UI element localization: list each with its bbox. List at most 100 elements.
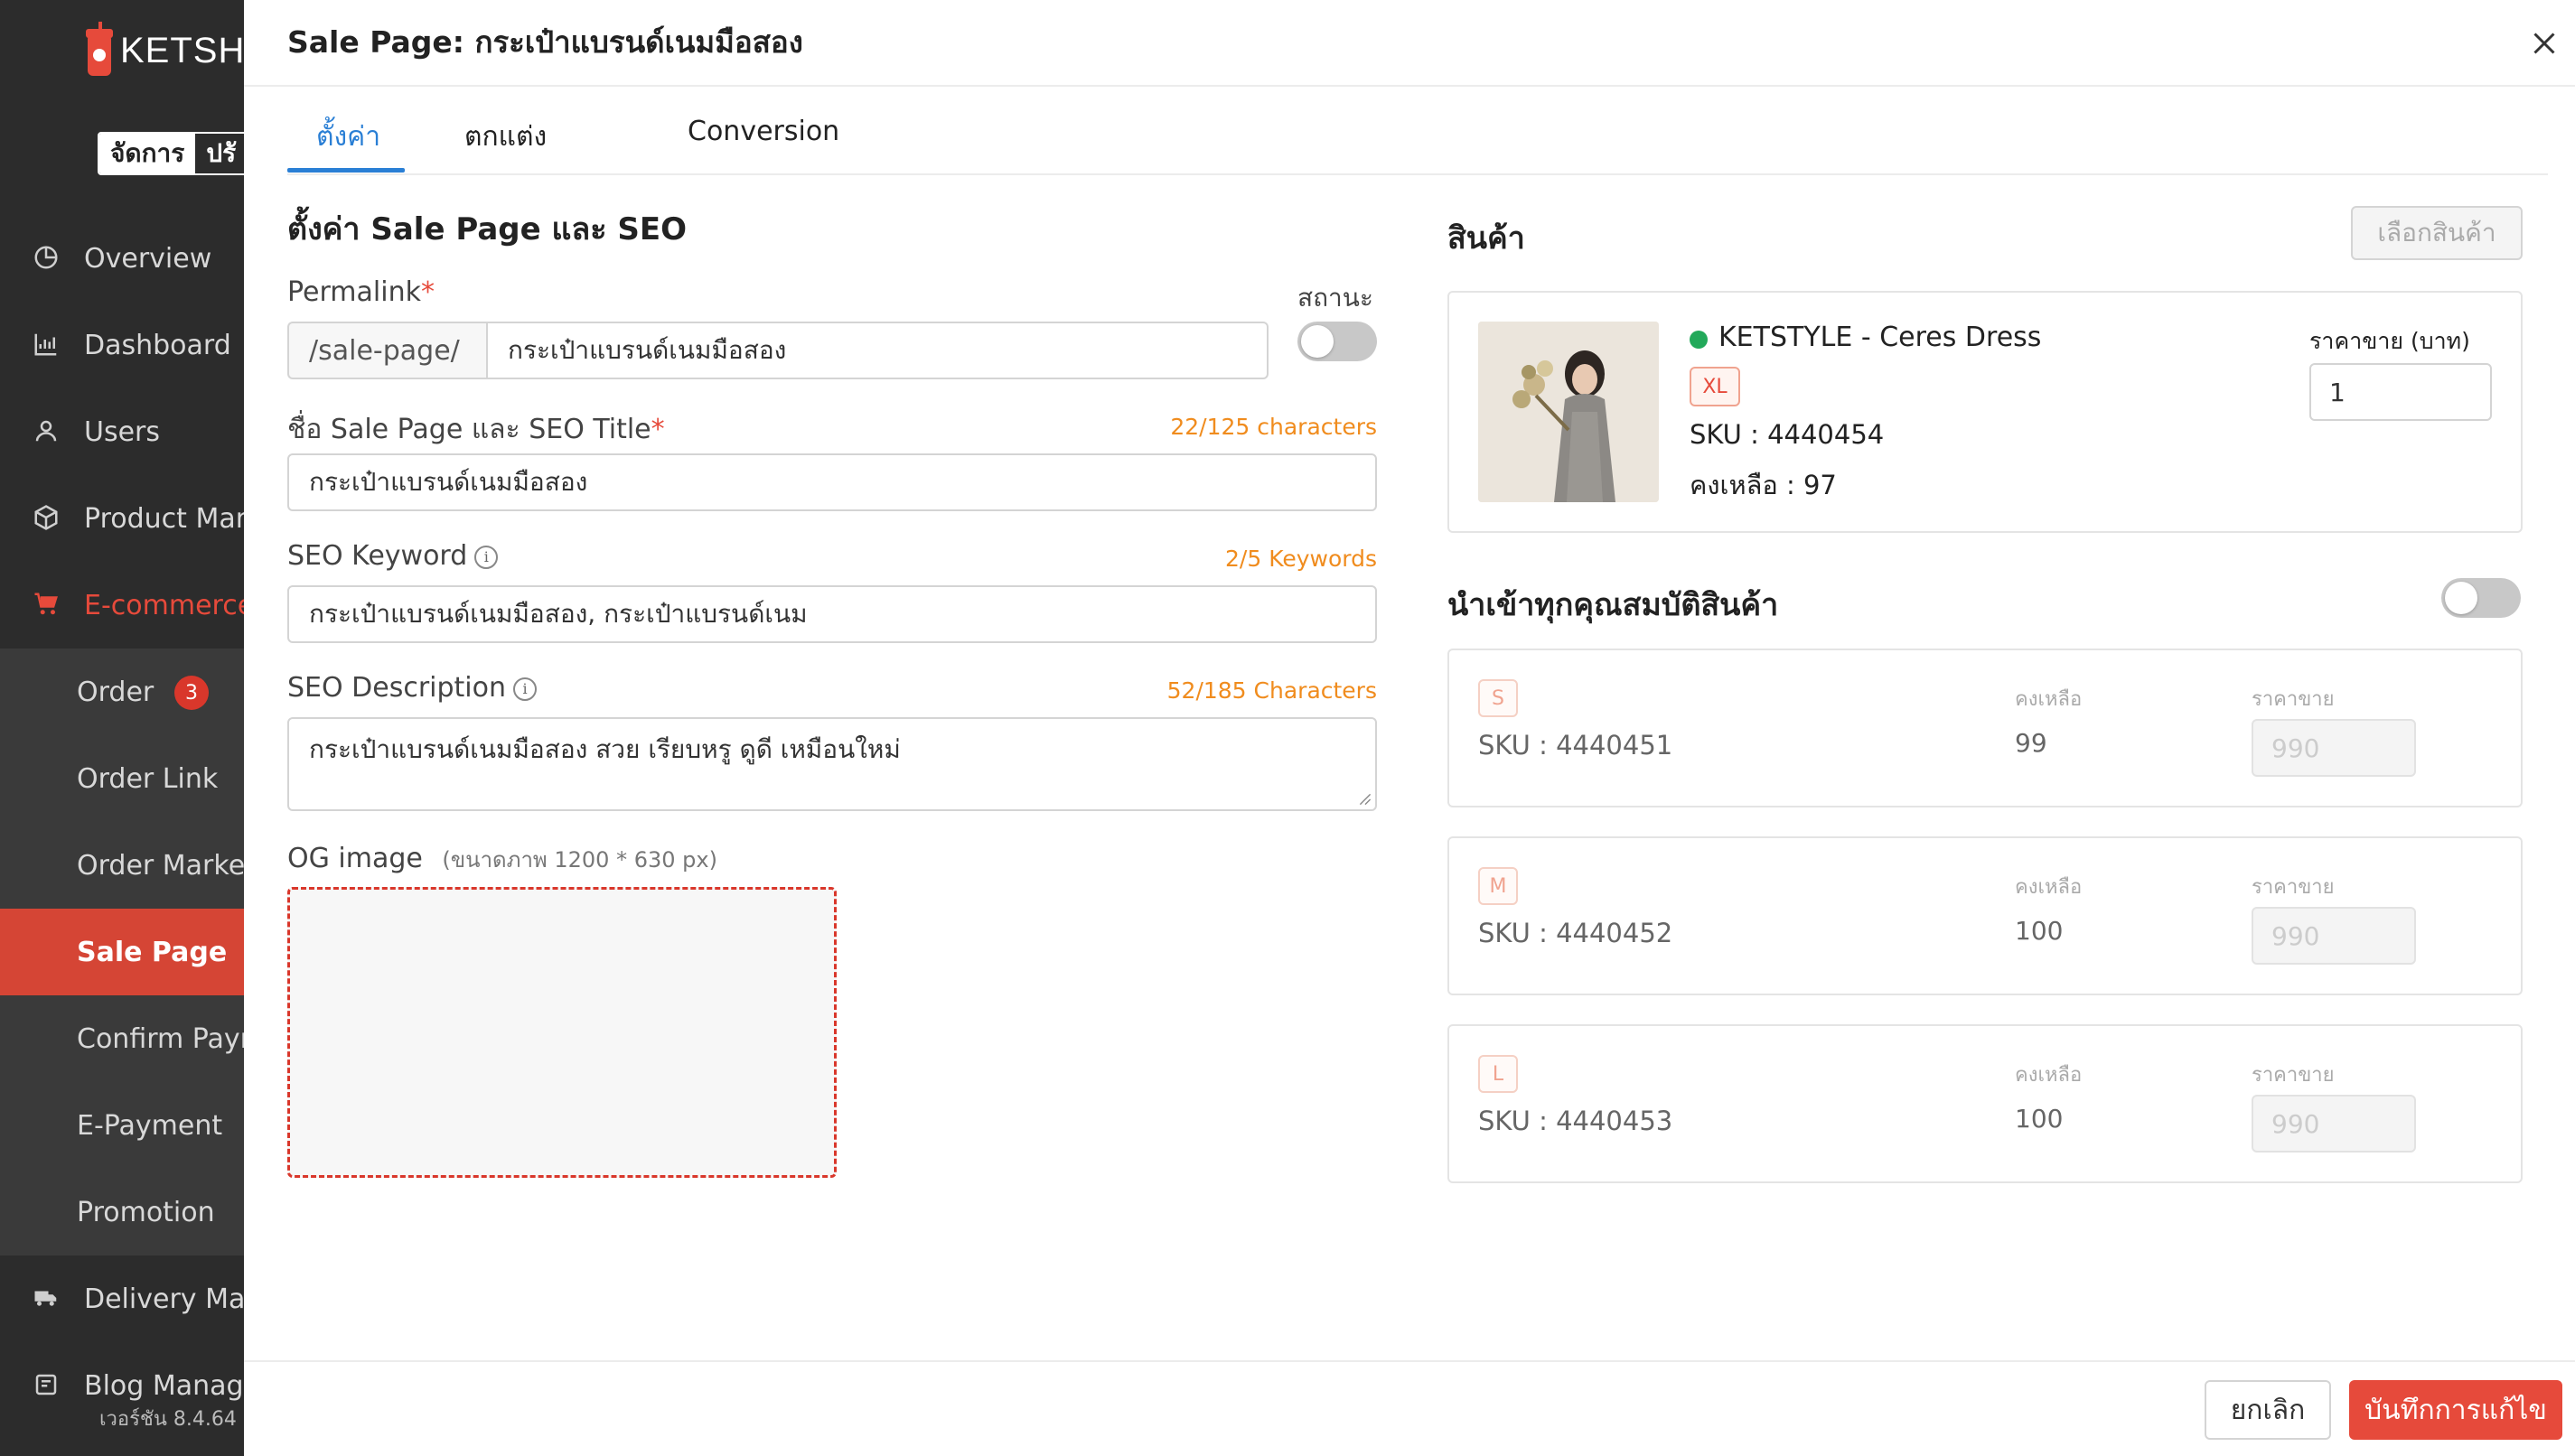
bar-chart-icon [34, 333, 57, 356]
logo-text: KETSHO [120, 30, 244, 70]
sidebar-nav: Overview Dashboard Users Product Man E-c… [0, 215, 244, 1429]
box-icon [34, 505, 58, 530]
ecommerce-submenu: Order 3 Order Link Order Market Sale Pag… [0, 649, 244, 1255]
mode-switch[interactable]: จัดการ ปรั [98, 132, 244, 175]
sidebar-item-label: Product Man [84, 502, 244, 535]
tab-conversion[interactable]: Conversion [688, 116, 839, 147]
tab-settings[interactable]: ตั้งค่า [316, 116, 380, 158]
import-all-title: นำเข้าทุกคุณสมบัติสินค้า [1447, 587, 1779, 623]
sidebar-item-ecommerce[interactable]: E-commerce [0, 562, 244, 649]
status-toggle[interactable] [1297, 322, 1377, 361]
sidebar-item-label: Order [77, 676, 154, 708]
product-section-title: สินค้า [1447, 220, 1525, 257]
cup-logo-icon [86, 22, 113, 78]
variant-row: L SKU : 4440453 คงเหลือ 100 ราคาขาย 990 [1447, 1024, 2523, 1183]
sidebar-item-sale-page[interactable]: Sale Page [0, 909, 244, 995]
mode-manage[interactable]: จัดการ [99, 134, 196, 173]
sidebar-item-users[interactable]: Users [0, 388, 244, 475]
status-label: สถานะ [1297, 283, 1373, 313]
drawer-footer: ยกเลิก บันทึกการแก้ไข [244, 1360, 2575, 1456]
info-icon[interactable]: i [513, 677, 538, 701]
close-icon[interactable] [2528, 27, 2561, 60]
sidebar-item-label: Users [84, 415, 161, 448]
seo-keyword-counter: 2/5 Keywords [1225, 546, 1377, 572]
sidebar-item-promotion[interactable]: Promotion [0, 1169, 244, 1255]
required-mark: * [420, 276, 435, 308]
variant-stock: 100 [2015, 1104, 2064, 1134]
sidebar: KETSHO จัดการ ปรั Overview Dashboard Use… [0, 0, 244, 1456]
import-all-toggle[interactable] [2441, 578, 2521, 618]
sidebar-item-label: E-commerce [84, 589, 244, 621]
sidebar-item-label: Order Link [77, 762, 219, 795]
save-button[interactable]: บันทึกการแก้ไข [2349, 1380, 2562, 1440]
sidebar-item-confirm-payment[interactable]: Confirm Paym [0, 995, 244, 1082]
status-dot-icon [1690, 331, 1708, 349]
sidebar-item-label: E-Payment [77, 1109, 223, 1142]
seo-description-text: กระเป๋าแบรนด์เนมมือสอง สวย เรียบหรู ดูดี… [309, 734, 901, 764]
product-name: KETSTYLE - Ceres Dress [1718, 322, 2042, 353]
info-icon[interactable]: i [474, 545, 499, 569]
price-label: ราคาขาย [2252, 1064, 2335, 1087]
stock-label: คงเหลือ [2015, 688, 2083, 711]
tab-bar: ตั้งค่า ตกแต่ง Conversion [287, 107, 2548, 175]
cancel-button[interactable]: ยกเลิก [2205, 1380, 2331, 1440]
seo-description-textarea[interactable]: กระเป๋าแบรนด์เนมมือสอง สวย เรียบหรู ดูดี… [287, 717, 1377, 811]
resize-grip-icon[interactable] [1359, 793, 1372, 806]
size-tag: XL [1690, 367, 1740, 406]
app-version: เวอร์ชัน 8.4.64 [99, 1408, 237, 1431]
toggle-knob [1301, 325, 1334, 358]
mode-other[interactable]: ปรั [195, 134, 244, 173]
sidebar-item-label: Dashboard [84, 329, 231, 361]
product-photo [1478, 322, 1659, 502]
permalink-input[interactable]: กระเป๋าแบรนด์เนมมือสอง [486, 322, 1269, 379]
sale-page-drawer: Sale Page: กระเป๋าแบรนด์เนมมือสอง ตั้งค่… [244, 0, 2575, 1456]
seo-description-label: SEO Description i [287, 672, 538, 704]
sidebar-item-overview[interactable]: Overview [0, 215, 244, 302]
sidebar-item-label: Blog Manage [84, 1369, 244, 1402]
variant-sku: SKU : 4440453 [1478, 1106, 1673, 1136]
stock-label: คงเหลือ [2015, 1064, 2083, 1087]
size-tag: M [1478, 867, 1518, 905]
sidebar-item-order-marketplace[interactable]: Order Market [0, 822, 244, 909]
variant-price-input[interactable]: 990 [2252, 1095, 2416, 1153]
size-tag: L [1478, 1055, 1518, 1093]
price-input[interactable]: 1 [2309, 363, 2492, 421]
seo-title-counter: 22/125 characters [1170, 414, 1377, 440]
truck-icon [34, 1291, 57, 1306]
seo-title-label: ชื่อ Sale Page และ SEO Title* [287, 414, 665, 445]
product-card: KETSTYLE - Ceres Dress XL SKU : 4440454 … [1447, 291, 2523, 533]
sidebar-item-e-payment[interactable]: E-Payment [0, 1082, 244, 1169]
sidebar-item-dashboard[interactable]: Dashboard [0, 302, 244, 388]
select-product-button[interactable]: เลือกสินค้า [2351, 206, 2523, 260]
drawer-header: Sale Page: กระเป๋าแบรนด์เนมมือสอง [244, 0, 2575, 87]
variant-price-input[interactable]: 990 [2252, 907, 2416, 965]
sidebar-item-label: Order Market [77, 849, 244, 882]
sidebar-item-order-link[interactable]: Order Link [0, 735, 244, 822]
tab-decorate[interactable]: ตกแต่ง [464, 116, 547, 158]
product-sku: SKU : 4440454 [1690, 419, 1885, 450]
seo-keyword-input[interactable]: กระเป๋าแบรนด์เนมมือสอง, กระเป๋าแบรนด์เนม [287, 585, 1377, 643]
variant-sku: SKU : 4440451 [1478, 730, 1673, 761]
seo-title-input[interactable]: กระเป๋าแบรนด์เนมมือสอง [287, 453, 1377, 511]
variant-sku: SKU : 4440452 [1478, 918, 1673, 948]
seo-section-title: ตั้งค่า Sale Page และ SEO [287, 211, 687, 247]
variant-price-input[interactable]: 990 [2252, 719, 2416, 777]
toggle-knob [2445, 582, 2477, 614]
user-icon [35, 420, 57, 442]
product-stock: คงเหลือ : 97 [1690, 470, 1837, 500]
product-image [1478, 322, 1659, 502]
sidebar-item-product-management[interactable]: Product Man [0, 475, 244, 562]
sidebar-item-label: Overview [84, 242, 212, 275]
sidebar-item-order[interactable]: Order 3 [0, 649, 244, 735]
sidebar-item-label: Promotion [77, 1196, 215, 1228]
permalink-label: Permalink* [287, 276, 435, 308]
og-image-hint: (ขนาดภาพ 1200 * 630 px) [442, 847, 717, 873]
sidebar-item-label: Sale Page [77, 936, 228, 968]
sidebar-item-delivery[interactable]: Delivery Man [0, 1255, 244, 1342]
app-logo[interactable]: KETSHO [86, 22, 244, 78]
og-image-upload[interactable] [287, 887, 837, 1178]
sidebar-item-label: Delivery Man [84, 1283, 244, 1315]
stock-label: คงเหลือ [2015, 876, 2083, 899]
seo-keyword-label: SEO Keyword i [287, 540, 499, 572]
price-label: ราคาขาย [2252, 876, 2335, 899]
